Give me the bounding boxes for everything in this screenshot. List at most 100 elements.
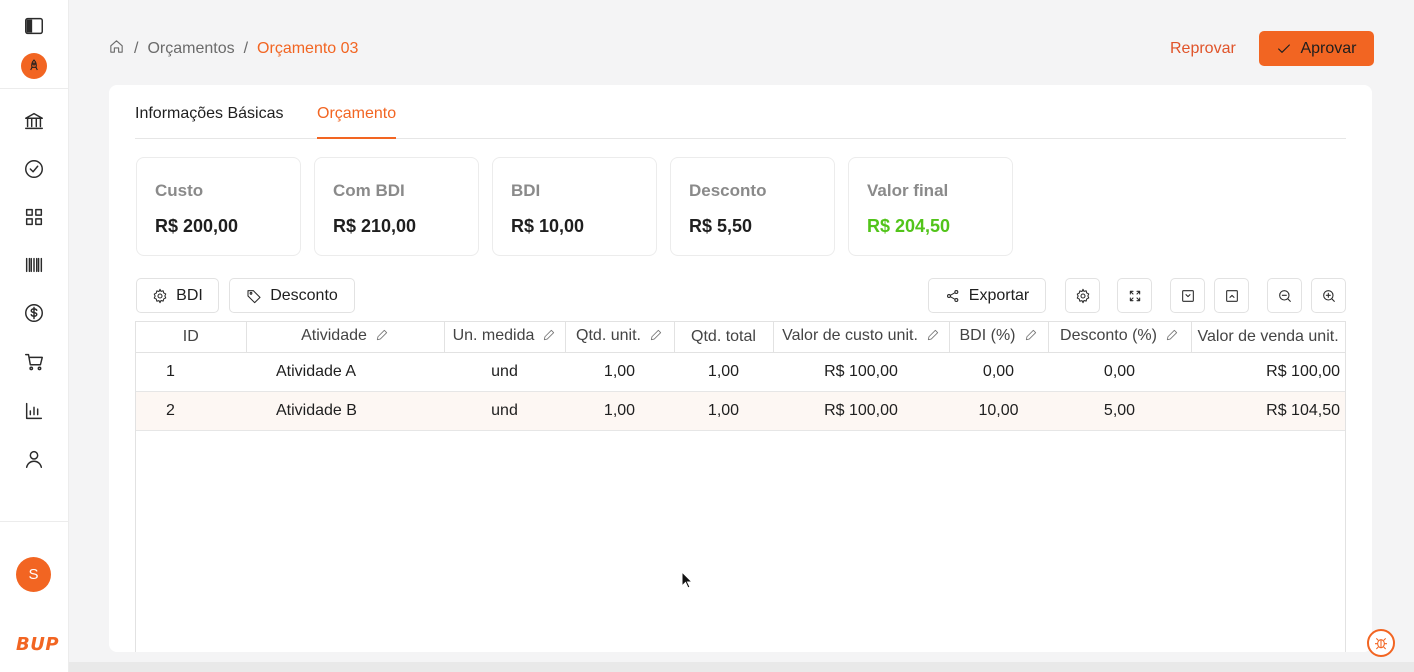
- breadcrumb-item-orcamentos[interactable]: Orçamentos: [147, 40, 234, 58]
- home-icon[interactable]: [108, 38, 125, 60]
- zoom-out-button[interactable]: [1267, 278, 1302, 313]
- app-logo: BUP: [16, 634, 60, 655]
- pencil-icon: [1024, 328, 1038, 347]
- col-header-atividade[interactable]: Atividade: [246, 322, 445, 353]
- cell-un-medida[interactable]: und: [444, 391, 565, 431]
- pencil-icon: [649, 328, 663, 347]
- tag-icon: [247, 289, 261, 303]
- bank-icon[interactable]: [22, 109, 46, 133]
- panel-toggle-icon[interactable]: [22, 14, 46, 38]
- table-header-row: ID Atividade Un. medida Qtd. unit. Qtd. …: [136, 322, 1345, 353]
- stat-card-valor-final: Valor final R$ 204,50: [848, 157, 1013, 256]
- zoom-in-icon: [1322, 289, 1335, 302]
- gear-icon: [1076, 288, 1089, 303]
- dollar-icon[interactable]: [22, 301, 46, 325]
- mouse-cursor-icon: [681, 571, 693, 589]
- col-header-desconto[interactable]: Desconto (%): [1048, 322, 1192, 353]
- share-icon: [946, 289, 959, 302]
- table-settings-button[interactable]: [1065, 278, 1100, 313]
- bdi-button[interactable]: BDI: [136, 278, 219, 313]
- fullscreen-button[interactable]: [1117, 278, 1152, 313]
- approve-button[interactable]: Aprovar: [1259, 31, 1374, 66]
- cell-bdi[interactable]: 10,00: [949, 391, 1048, 431]
- sidebar: S BUP: [0, 0, 69, 672]
- expand-rows-button[interactable]: [1170, 278, 1205, 313]
- chevron-down-box-icon: [1181, 289, 1194, 302]
- cell-qtd-unit[interactable]: 1,00: [565, 352, 674, 392]
- gear-icon: [153, 288, 167, 303]
- cart-icon[interactable]: [22, 350, 46, 374]
- tab-informacoes-basicas[interactable]: Informações Básicas: [135, 105, 284, 137]
- check-circle-icon[interactable]: [22, 157, 46, 181]
- budget-table: ID Atividade Un. medida Qtd. unit. Qtd. …: [135, 321, 1346, 652]
- table-row[interactable]: 2 Atividade B und 1,00 1,00 R$ 100,00 10…: [136, 391, 1345, 431]
- stat-value-final: R$ 204,50: [867, 216, 951, 236]
- expand-icon: [1129, 290, 1140, 301]
- col-header-un-medida[interactable]: Un. medida: [444, 322, 566, 353]
- stat-card-custo: Custo R$ 200,00: [136, 157, 301, 256]
- cell-un-medida[interactable]: und: [444, 352, 565, 392]
- cell-atividade[interactable]: Atividade B: [246, 391, 444, 431]
- cell-desconto[interactable]: 0,00: [1048, 352, 1191, 392]
- col-header-valor-custo[interactable]: Valor de custo unit.: [773, 322, 950, 353]
- pencil-icon: [1165, 328, 1179, 347]
- bar-chart-icon[interactable]: [22, 399, 46, 423]
- cell-desconto[interactable]: 5,00: [1048, 391, 1191, 431]
- stat-value: R$ 10,00: [511, 216, 585, 236]
- cell-qtd-unit[interactable]: 1,00: [565, 391, 674, 431]
- main-card: Informações Básicas Orçamento Custo R$ 2…: [109, 85, 1372, 652]
- col-header-bdi[interactable]: BDI (%): [949, 322, 1049, 353]
- col-header-qtd-total[interactable]: Qtd. total: [674, 322, 774, 353]
- sidebar-divider-bottom: [0, 521, 69, 522]
- breadcrumb-current: Orçamento 03: [257, 40, 359, 57]
- breadcrumb-separator: /: [243, 40, 249, 57]
- grid-icon[interactable]: [22, 205, 46, 229]
- cell-qtd-total: 1,00: [674, 391, 773, 431]
- horizontal-scrollbar[interactable]: [69, 662, 1414, 672]
- zoom-in-button[interactable]: [1311, 278, 1346, 313]
- stat-value: R$ 200,00: [155, 216, 239, 236]
- cell-valor-custo[interactable]: R$ 100,00: [773, 391, 949, 431]
- pencil-icon: [542, 328, 556, 347]
- stat-label: BDI: [511, 181, 541, 200]
- stat-card-bdi: BDI R$ 10,00: [492, 157, 657, 256]
- cell-valor-venda: R$ 100,00: [1191, 352, 1345, 392]
- breadcrumb: / Orçamentos / Orçamento 03: [108, 38, 358, 60]
- table-row[interactable]: 1 Atividade A und 1,00 1,00 R$ 100,00 0,…: [136, 352, 1345, 392]
- stat-value: R$ 5,50: [689, 216, 753, 236]
- col-header-qtd-unit[interactable]: Qtd. unit.: [565, 322, 675, 353]
- reject-button[interactable]: Reprovar: [1158, 36, 1248, 62]
- stat-card-desconto: Desconto R$ 5,50: [670, 157, 835, 256]
- col-header-valor-venda[interactable]: Valor de venda unit.: [1191, 322, 1345, 353]
- stat-label: Valor final: [867, 181, 949, 200]
- col-header-id[interactable]: ID: [136, 322, 247, 353]
- tab-orcamento[interactable]: Orçamento: [317, 105, 397, 139]
- stat-value: R$ 210,00: [333, 216, 417, 236]
- cell-atividade[interactable]: Atividade A: [246, 352, 444, 392]
- collapse-rows-button[interactable]: [1214, 278, 1249, 313]
- breadcrumb-separator: /: [134, 40, 139, 57]
- approve-button-label: Aprovar: [1300, 39, 1357, 57]
- export-button-label: Exportar: [968, 286, 1030, 304]
- stat-card-com-bdi: Com BDI R$ 210,00: [314, 157, 479, 256]
- bdi-button-label: BDI: [176, 286, 203, 304]
- chevron-up-box-icon: [1225, 289, 1238, 302]
- cell-qtd-total: 1,00: [674, 352, 773, 392]
- check-icon: [1278, 43, 1291, 53]
- cell-id: 1: [136, 352, 246, 392]
- export-button[interactable]: Exportar: [928, 278, 1046, 313]
- pencil-icon: [926, 328, 940, 347]
- stat-label: Custo: [155, 181, 204, 200]
- brand-rocket-icon[interactable]: [21, 53, 47, 79]
- cell-id: 2: [136, 391, 246, 431]
- bug-report-button[interactable]: [1367, 629, 1395, 657]
- user-icon[interactable]: [22, 447, 46, 471]
- cell-valor-custo[interactable]: R$ 100,00: [773, 352, 949, 392]
- desconto-button[interactable]: Desconto: [229, 278, 355, 313]
- desconto-button-label: Desconto: [270, 286, 338, 304]
- bug-icon: [1375, 637, 1387, 650]
- barcode-icon[interactable]: [22, 253, 46, 277]
- cell-bdi[interactable]: 0,00: [949, 352, 1048, 392]
- avatar[interactable]: S: [16, 557, 51, 592]
- sidebar-divider: [0, 88, 69, 89]
